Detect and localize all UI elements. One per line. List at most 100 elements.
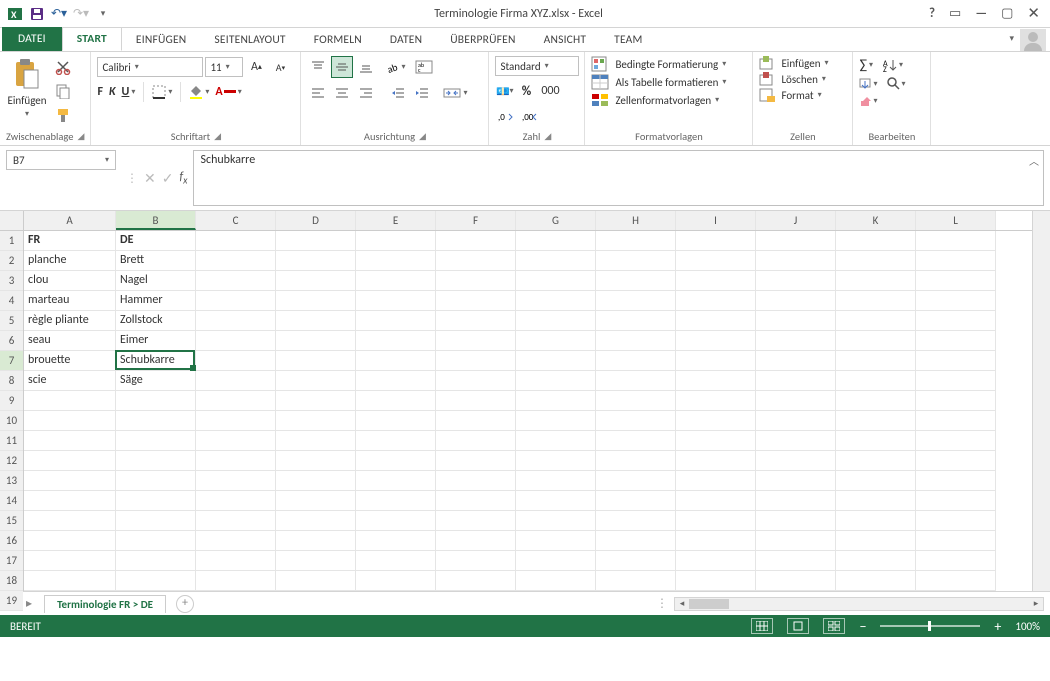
- row-header[interactable]: 10: [0, 411, 23, 431]
- cell[interactable]: Säge: [116, 371, 196, 391]
- cell[interactable]: [916, 251, 996, 271]
- alignment-dialog-icon[interactable]: ◢: [419, 131, 426, 142]
- cell[interactable]: [916, 531, 996, 551]
- column-header[interactable]: I: [676, 211, 756, 230]
- cell[interactable]: Brett: [116, 251, 196, 271]
- row-header[interactable]: 5: [0, 311, 23, 331]
- page-layout-view-icon[interactable]: [787, 618, 809, 634]
- cell[interactable]: [276, 451, 356, 471]
- cell[interactable]: [916, 551, 996, 571]
- select-all-corner[interactable]: [0, 211, 23, 231]
- tab-seitenlayout[interactable]: SEITENLAYOUT: [200, 29, 299, 51]
- cell[interactable]: [756, 271, 836, 291]
- column-header[interactable]: D: [276, 211, 356, 230]
- tab-daten[interactable]: DATEN: [376, 29, 436, 51]
- cell[interactable]: [196, 371, 276, 391]
- cell[interactable]: [756, 511, 836, 531]
- cell[interactable]: planche: [24, 251, 116, 271]
- cell[interactable]: [436, 231, 516, 251]
- row-header[interactable]: 15: [0, 511, 23, 531]
- column-header[interactable]: C: [196, 211, 276, 230]
- cell[interactable]: [676, 351, 756, 371]
- cell[interactable]: [836, 491, 916, 511]
- cell[interactable]: [356, 391, 436, 411]
- cell[interactable]: [516, 491, 596, 511]
- cell[interactable]: [596, 331, 676, 351]
- cell[interactable]: [516, 391, 596, 411]
- cell[interactable]: [836, 331, 916, 351]
- undo-icon[interactable]: ↶▾: [50, 5, 68, 23]
- cell[interactable]: [436, 311, 516, 331]
- cell[interactable]: [756, 391, 836, 411]
- copy-icon[interactable]: [52, 80, 74, 102]
- cell[interactable]: [24, 531, 116, 551]
- cell[interactable]: [116, 531, 196, 551]
- cell[interactable]: [356, 511, 436, 531]
- cell[interactable]: [516, 451, 596, 471]
- row-header[interactable]: 18: [0, 571, 23, 591]
- format-cells-button[interactable]: Format▾: [759, 88, 821, 102]
- accounting-format-icon[interactable]: 💶▾: [495, 84, 513, 98]
- cell[interactable]: [356, 571, 436, 591]
- cell[interactable]: [276, 351, 356, 371]
- cell[interactable]: [916, 271, 996, 291]
- align-center-icon[interactable]: [331, 82, 353, 104]
- cell[interactable]: [596, 451, 676, 471]
- cell[interactable]: [276, 391, 356, 411]
- cell[interactable]: [116, 491, 196, 511]
- cell[interactable]: [196, 391, 276, 411]
- cell[interactable]: [596, 431, 676, 451]
- cut-icon[interactable]: [52, 56, 74, 78]
- tab-split-handle-icon[interactable]: ⋮: [656, 596, 668, 611]
- cell[interactable]: [836, 271, 916, 291]
- cell[interactable]: [756, 231, 836, 251]
- name-box[interactable]: B7▾: [6, 150, 116, 170]
- cell[interactable]: [596, 491, 676, 511]
- cell[interactable]: scie: [24, 371, 116, 391]
- cell[interactable]: [516, 531, 596, 551]
- merge-center-icon[interactable]: ▾: [443, 86, 467, 100]
- cell[interactable]: [676, 311, 756, 331]
- cell[interactable]: [196, 471, 276, 491]
- column-header[interactable]: G: [516, 211, 596, 230]
- cell[interactable]: [676, 391, 756, 411]
- cell[interactable]: [836, 571, 916, 591]
- cell[interactable]: [116, 471, 196, 491]
- cell[interactable]: [356, 271, 436, 291]
- cell[interactable]: brouette: [24, 351, 116, 371]
- redo-icon[interactable]: ↷▾: [72, 5, 90, 23]
- cell[interactable]: [676, 551, 756, 571]
- number-dialog-icon[interactable]: ◢: [544, 131, 551, 142]
- cell[interactable]: [676, 271, 756, 291]
- paste-button[interactable]: Einfügen ▾: [6, 56, 48, 119]
- row-header[interactable]: 16: [0, 531, 23, 551]
- cell[interactable]: [916, 351, 996, 371]
- cell[interactable]: [116, 551, 196, 571]
- clear-icon[interactable]: ▾: [859, 95, 877, 107]
- cell[interactable]: [276, 411, 356, 431]
- row-header[interactable]: 1: [0, 231, 23, 251]
- cell[interactable]: [916, 451, 996, 471]
- cell[interactable]: [276, 251, 356, 271]
- tab-einfuegen[interactable]: EINFÜGEN: [122, 29, 201, 51]
- tab-team[interactable]: TEAM: [600, 29, 656, 51]
- insert-function-icon[interactable]: fx: [179, 170, 187, 186]
- row-header[interactable]: 19: [0, 591, 23, 611]
- row-header[interactable]: 3: [0, 271, 23, 291]
- cell[interactable]: [196, 271, 276, 291]
- tab-ueberpruefen[interactable]: ÜBERPRÜFEN: [436, 29, 529, 51]
- cell[interactable]: [356, 471, 436, 491]
- column-header[interactable]: L: [916, 211, 996, 230]
- cell[interactable]: Eimer: [116, 331, 196, 351]
- cell[interactable]: FR: [24, 231, 116, 251]
- cell[interactable]: [356, 231, 436, 251]
- cell[interactable]: [436, 491, 516, 511]
- cell[interactable]: [356, 431, 436, 451]
- cell[interactable]: [356, 311, 436, 331]
- formula-bar[interactable]: Schubkarre ︿: [193, 150, 1044, 206]
- font-dialog-icon[interactable]: ◢: [214, 131, 221, 142]
- decrease-decimal-icon[interactable]: ,00: [519, 106, 541, 128]
- cell[interactable]: [276, 331, 356, 351]
- cell[interactable]: [356, 371, 436, 391]
- cell[interactable]: [756, 531, 836, 551]
